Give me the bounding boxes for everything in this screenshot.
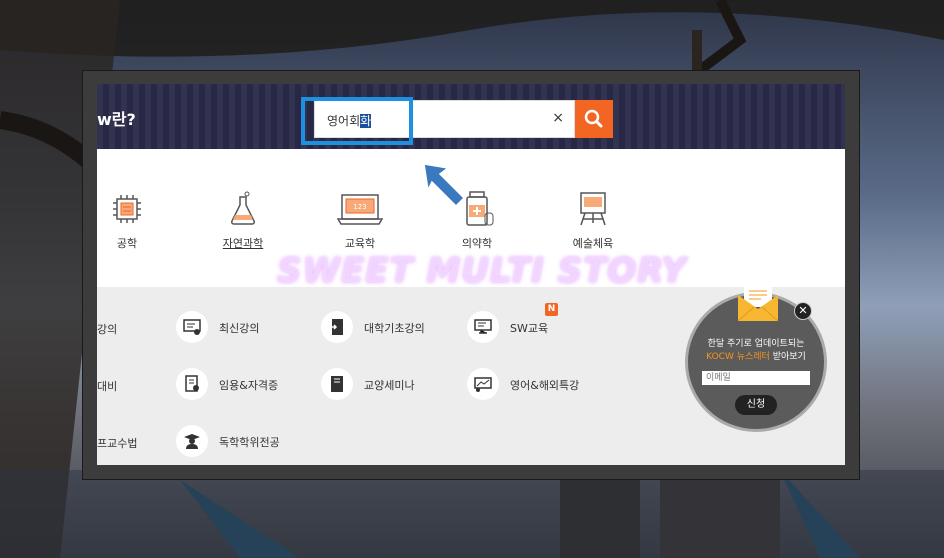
presentation-icon	[474, 377, 492, 392]
clear-button[interactable]: ×	[552, 110, 564, 126]
search-button[interactable]	[575, 100, 613, 138]
board-icon	[183, 319, 201, 335]
menu-item-label: 독학학위전공	[219, 436, 280, 449]
menu-item-label: 교양세미나	[364, 379, 415, 392]
menu-item-label: 임용&자격증	[219, 379, 279, 392]
popup-close-button[interactable]: ✕	[794, 302, 812, 320]
menu-item-label: 대학기초강의	[364, 322, 425, 335]
menu-item-cut[interactable]: 강의	[97, 321, 117, 337]
menu-item-label: 최신강의	[219, 322, 260, 335]
monitor-icon	[474, 319, 492, 334]
envelope-icon	[738, 285, 778, 321]
certificate-icon	[185, 375, 199, 392]
book-icon	[331, 376, 343, 392]
category-engineering[interactable]: 공학	[97, 189, 172, 251]
header-title: w란?	[97, 110, 136, 129]
menu-item-label: 영어&해외특강	[510, 379, 580, 392]
menu-item-cut[interactable]: 대비	[97, 378, 117, 394]
flask-icon	[230, 191, 256, 225]
category-arts-sports[interactable]: 예술체육	[548, 189, 638, 251]
watermark-text: SWEET MULTI STORY	[277, 251, 687, 291]
search-highlight-box	[301, 97, 413, 145]
easel-icon	[580, 192, 606, 226]
site-header: w란? 영어회화 ×	[97, 84, 845, 149]
email-field[interactable]	[702, 371, 810, 385]
category-row: 공학 자연과학 123 교육학 의약학 예술체육 SWEET MULTI STO…	[97, 149, 845, 291]
pointer-arrow-icon	[423, 163, 466, 208]
category-label: 의약학	[461, 237, 493, 250]
newsletter-text: 한달 주기로 업데이트되는	[707, 339, 805, 349]
graduate-icon	[184, 434, 200, 449]
menu-item-label: SW교육	[510, 322, 549, 335]
laptop-icon: 123	[336, 194, 384, 225]
newsletter-subtext: KOCW 뉴스레터 받아보기	[706, 352, 806, 362]
new-badge: N	[545, 303, 558, 316]
category-label: 공학	[116, 237, 138, 250]
category-natural-science[interactable]: 자연과학	[198, 189, 288, 251]
subscribe-button[interactable]: 신청	[735, 395, 777, 415]
door-icon	[330, 319, 343, 335]
newsletter-popup: ✕ 한달 주기로 업데이트되는 KOCW 뉴스레터 받아보기 신청	[688, 285, 824, 429]
category-label: 예술체육	[572, 237, 614, 250]
category-education[interactable]: 123 교육학	[315, 189, 405, 251]
category-label: 교육학	[344, 237, 376, 250]
svg-text:123: 123	[353, 203, 366, 211]
chip-icon	[113, 195, 141, 223]
search-icon	[584, 109, 603, 128]
menu-item-cut[interactable]: 프교수법	[97, 435, 137, 451]
category-label: 자연과학	[222, 237, 264, 250]
